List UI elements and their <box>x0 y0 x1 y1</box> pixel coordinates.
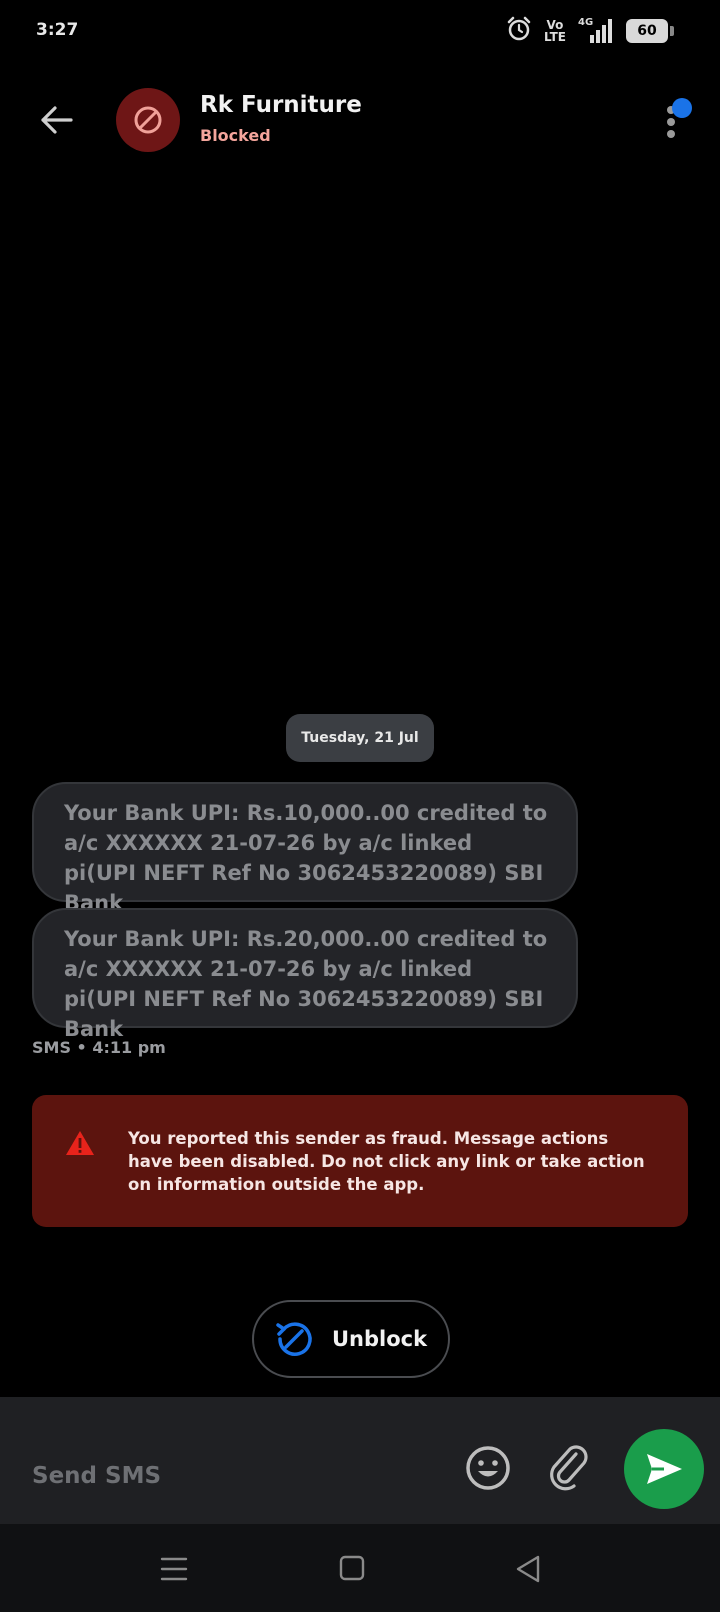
warning-text: You reported this sender as fraud. Messa… <box>128 1129 645 1194</box>
message-bubble[interactable]: Your Bank UPI: Rs.20,000..00 credited to… <box>32 908 578 1041</box>
send-icon <box>647 1454 682 1484</box>
arrow-left-icon <box>41 106 73 134</box>
send-button[interactable] <box>624 1429 704 1509</box>
nav-recents-button[interactable] <box>160 1554 188 1584</box>
emoji-icon <box>466 1446 510 1490</box>
avatar[interactable] <box>116 88 180 152</box>
attach-button[interactable] <box>548 1444 592 1492</box>
contact-name: Rk Furniture <box>200 92 362 118</box>
battery-icon: 60 <box>626 19 674 43</box>
date-chip: Tuesday, 21 Jul <box>286 714 434 762</box>
message-meta: SMS • 4:11 pm <box>32 1038 166 1057</box>
nav-home-button[interactable] <box>338 1554 366 1582</box>
signal-icon: 4G <box>578 17 614 45</box>
paperclip-icon <box>550 1445 588 1491</box>
menu-icon <box>160 1557 188 1581</box>
nav-back-button[interactable] <box>514 1554 542 1584</box>
square-icon <box>339 1555 365 1581</box>
fraud-warning-banner: You reported this sender as fraud. Messa… <box>32 1095 688 1227</box>
block-icon <box>134 106 162 134</box>
alarm-icon <box>506 16 532 46</box>
emoji-button[interactable] <box>464 1444 512 1492</box>
status-icons: Vo LTE 4G 60 <box>506 16 674 46</box>
unblock-button[interactable]: Unblock <box>252 1300 450 1378</box>
back-button[interactable] <box>36 100 76 140</box>
message-input[interactable] <box>32 1456 452 1496</box>
triangle-back-icon <box>516 1555 540 1583</box>
notification-dot <box>672 98 692 118</box>
message-bubble[interactable]: Your Bank UPI: Rs.10,000..00 credited to… <box>32 782 578 915</box>
unblock-label: Unblock <box>332 1327 428 1351</box>
unblock-icon <box>276 1322 312 1356</box>
contact-status: Blocked <box>200 126 271 145</box>
warning-icon <box>66 1131 94 1155</box>
volte-indicator: Vo LTE <box>543 18 566 44</box>
more-options-button[interactable] <box>656 98 692 142</box>
status-time: 3:27 <box>36 20 79 40</box>
